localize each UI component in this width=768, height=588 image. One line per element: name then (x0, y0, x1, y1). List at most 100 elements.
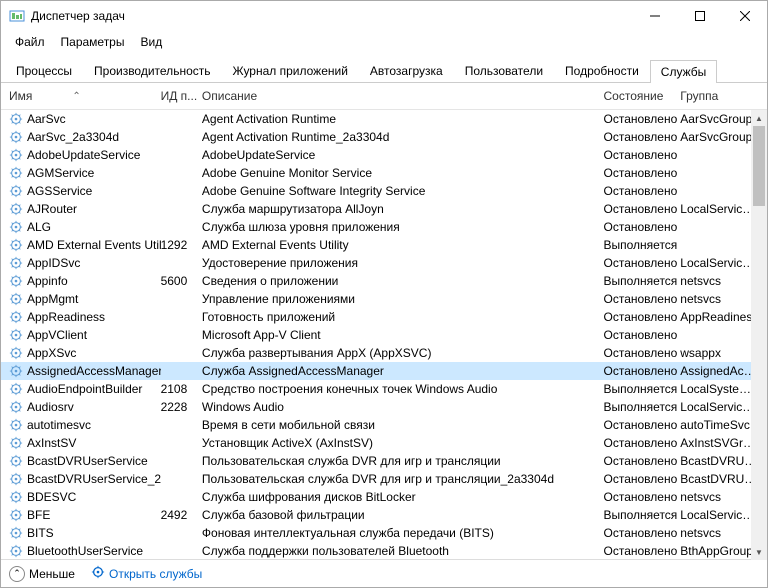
table-row[interactable]: autotimesvcВремя в сети мобильной связиО… (1, 416, 767, 434)
gear-icon (9, 382, 23, 396)
minimize-button[interactable] (632, 1, 677, 31)
cell-state: Остановлено (604, 544, 681, 558)
cell-description: Средство построения конечных точек Windo… (202, 382, 604, 396)
cell-name: BcastDVRUserService (27, 454, 148, 468)
tab-processes[interactable]: Процессы (5, 59, 83, 82)
cell-group: AssignedAcc... (680, 364, 759, 378)
table-row[interactable]: BITSФоновая интеллектуальная служба пере… (1, 524, 767, 542)
scroll-down-icon[interactable]: ▼ (751, 544, 767, 560)
table-row[interactable]: AMD External Events Utility1292AMD Exter… (1, 236, 767, 254)
cell-group: LocalSystemN... (680, 382, 759, 396)
cell-state: Остановлено (604, 526, 681, 540)
cell-state: Остановлено (604, 364, 681, 378)
header-state[interactable]: Состояние (604, 89, 681, 103)
table-row[interactable]: ALGСлужба шлюза уровня приложенияОстанов… (1, 218, 767, 236)
tab-startup[interactable]: Автозагрузка (359, 59, 454, 82)
app-icon (9, 8, 25, 24)
cell-name: BcastDVRUserService_2a33... (27, 472, 161, 486)
fewer-details-button[interactable]: ⌃ Меньше (9, 566, 75, 582)
header-description[interactable]: Описание (202, 89, 604, 103)
cell-name: AppVClient (27, 328, 87, 342)
scrollbar[interactable]: ▲ ▼ (751, 110, 767, 560)
menu-options[interactable]: Параметры (53, 33, 133, 51)
gear-icon (9, 112, 23, 126)
table-row[interactable]: AppXSvcСлужба развертывания AppX (AppXSV… (1, 344, 767, 362)
gear-icon (9, 400, 23, 414)
cell-state: Выполняется (604, 238, 681, 252)
cell-state: Остановлено (604, 328, 681, 342)
scrollbar-thumb[interactable] (753, 126, 765, 206)
cell-name: AarSvc_2a3304d (27, 130, 119, 144)
gear-icon (9, 364, 23, 378)
table-row[interactable]: AdobeUpdateServiceAdobeUpdateServiceОста… (1, 146, 767, 164)
cell-name: BDESVC (27, 490, 76, 504)
cell-group: LocalServiceN... (680, 400, 759, 414)
table-row[interactable]: AssignedAccessManagerSvcСлужба AssignedA… (1, 362, 767, 380)
cell-description: Microsoft App-V Client (202, 328, 604, 342)
table-row[interactable]: AppReadinessГотовность приложенийОстанов… (1, 308, 767, 326)
table-row[interactable]: AxInstSVУстановщик ActiveX (AxInstSV)Ост… (1, 434, 767, 452)
cell-description: Фоновая интеллектуальная служба передачи… (202, 526, 604, 540)
cell-state: Остановлено (604, 184, 681, 198)
header-name[interactable]: Имя⌃ (9, 89, 161, 103)
cell-name: autotimesvc (27, 418, 91, 432)
cell-state: Остановлено (604, 256, 681, 270)
open-services-link[interactable]: Открыть службы (91, 565, 202, 582)
table-row[interactable]: BDESVC Служба шифрования дисков BitLocker… (1, 488, 767, 506)
table-row[interactable]: AppVClient Microsoft App-V ClientОстановл… (1, 326, 767, 344)
gear-icon (9, 490, 23, 504)
cell-state: Выполняется (604, 382, 681, 396)
tab-details[interactable]: Подробности (554, 59, 650, 82)
table-row[interactable]: BFE2492Служба базовой фильтрацииВыполняе… (1, 506, 767, 524)
tab-app-history[interactable]: Журнал приложений (222, 59, 359, 82)
table-row[interactable]: AGMService Adobe Genuine Monitor ServiceО… (1, 164, 767, 182)
cell-state: Остановлено (604, 220, 681, 234)
cell-state: Выполняется (604, 274, 681, 288)
table-row[interactable]: AudioEndpointBuilder2108Средство построе… (1, 380, 767, 398)
cell-description: Готовность приложений (202, 310, 604, 324)
scroll-up-icon[interactable]: ▲ (751, 110, 767, 126)
services-icon (91, 565, 105, 582)
tab-performance[interactable]: Производительность (83, 59, 221, 82)
tab-services[interactable]: Службы (650, 60, 717, 83)
table-row[interactable]: AGSServiceAdobe Genuine Software Integri… (1, 182, 767, 200)
table-row[interactable]: BcastDVRUserService_2a33... Пользовательс… (1, 470, 767, 488)
cell-description: Служба шифрования дисков BitLocker (202, 490, 604, 504)
cell-name: AudioEndpointBuilder (27, 382, 142, 396)
cell-state: Остановлено (604, 166, 681, 180)
cell-description: Пользовательская служба DVR для игр и тр… (202, 472, 604, 486)
cell-name: AssignedAccessManagerSvc (27, 364, 161, 378)
tab-users[interactable]: Пользователи (454, 59, 554, 82)
cell-description: Agent Activation Runtime (202, 112, 604, 126)
header-pid[interactable]: ИД п... (161, 89, 202, 103)
table-row[interactable]: AarSvc_2a3304dAgent Activation Runtime_2… (1, 128, 767, 146)
service-list[interactable]: AarSvc Agent Activation Runtime Остановлен… (1, 110, 767, 559)
table-row[interactable]: Appinfo5600Сведения о приложенииВыполняе… (1, 272, 767, 290)
cell-name: AarSvc (27, 112, 66, 126)
cell-state: Остановлено (604, 418, 681, 432)
menu-view[interactable]: Вид (132, 33, 170, 51)
cell-name: Audiosrv (27, 400, 74, 414)
cell-description: Служба шлюза уровня приложения (202, 220, 604, 234)
table-row[interactable]: BcastDVRUserServiceПользовательская служ… (1, 452, 767, 470)
gear-icon (9, 166, 23, 180)
table-row[interactable]: AppMgmtУправление приложениямиОстановлен… (1, 290, 767, 308)
table-row[interactable]: Audiosrv2228Windows AudioВыполняетсяLoca… (1, 398, 767, 416)
gear-icon (9, 256, 23, 270)
cell-state: Выполняется (604, 400, 681, 414)
gear-icon (9, 202, 23, 216)
gear-icon (9, 220, 23, 234)
cell-group: netsvcs (680, 292, 759, 306)
table-row[interactable]: AarSvcAgent Activation RuntimeОстановлен… (1, 110, 767, 128)
cell-name: AGMService (27, 166, 94, 180)
gear-icon (9, 274, 23, 288)
maximize-button[interactable] (677, 1, 722, 31)
table-row[interactable]: BluetoothUserServiceСлужба поддержки пол… (1, 542, 767, 559)
table-row[interactable]: AJRouterСлужба маршрутизатора AllJoynОст… (1, 200, 767, 218)
menu-file[interactable]: Файл (7, 33, 53, 51)
gear-icon (9, 472, 23, 486)
table-row[interactable]: AppIDSvcУдостоверение приложенияОстановл… (1, 254, 767, 272)
close-button[interactable] (722, 1, 767, 31)
cell-description: Adobe Genuine Monitor Service (202, 166, 604, 180)
header-group[interactable]: Группа (680, 89, 759, 103)
